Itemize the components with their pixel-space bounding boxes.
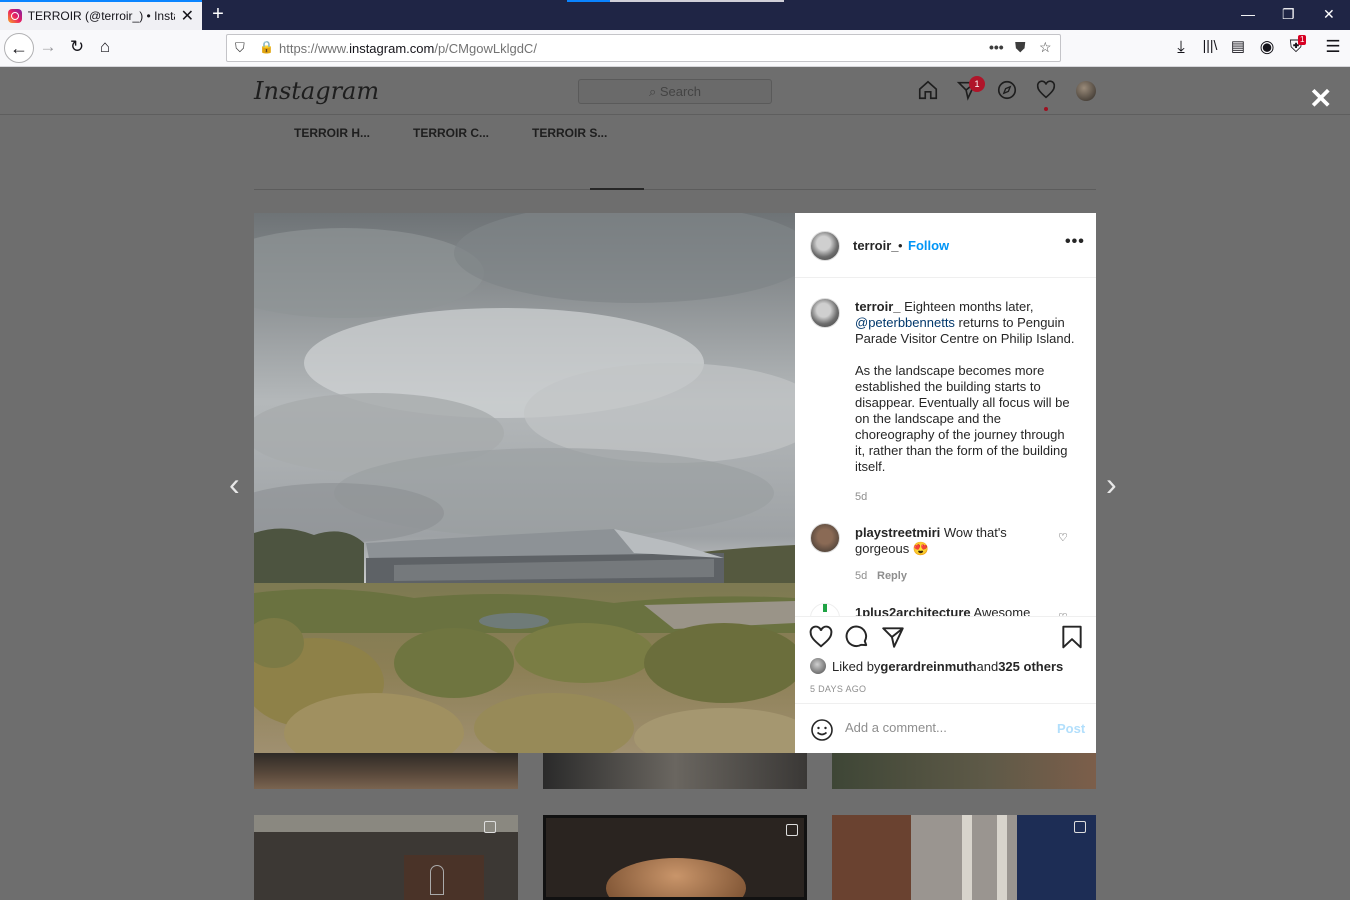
close-modal-icon[interactable]: ✕ bbox=[1309, 82, 1332, 115]
likes-summary: Liked by gerardreinmuth and 325 others bbox=[810, 658, 1063, 674]
instagram-header: Instagram ⌕ Search 1 bbox=[0, 67, 1350, 115]
caption-mention[interactable]: @peterbbennetts bbox=[855, 315, 955, 330]
follow-button[interactable]: Follow bbox=[908, 238, 949, 253]
column-detail bbox=[962, 815, 972, 900]
share-send-icon[interactable] bbox=[880, 624, 906, 650]
post-author-username[interactable]: terroir_ bbox=[853, 238, 899, 253]
post-caption: terroir_ Eighteen months later, @peterbb… bbox=[855, 299, 1075, 474]
highlight-3[interactable]: TERROIR S... bbox=[532, 126, 607, 140]
window-restore-button[interactable]: ❐ bbox=[1282, 6, 1295, 23]
page-actions-icon[interactable]: ••• bbox=[989, 39, 1004, 55]
browser-tab-active[interactable]: TERROIR (@terroir_) • Instagram ✕ bbox=[0, 0, 202, 30]
comments-list[interactable]: terroir_ Eighteen months later, @peterbb… bbox=[795, 278, 1096, 616]
pocket-icon[interactable]: ⛊ bbox=[1015, 39, 1026, 56]
sidebar-icon[interactable]: ▤ bbox=[1228, 37, 1248, 55]
window-close-button[interactable]: ✕ bbox=[1323, 6, 1335, 23]
sculpture-detail bbox=[606, 858, 746, 897]
comment-reply-button[interactable]: Reply bbox=[877, 570, 907, 582]
arched-window-detail bbox=[430, 865, 444, 895]
profile-avatar[interactable] bbox=[1076, 81, 1096, 101]
search-input[interactable]: ⌕ Search bbox=[578, 79, 772, 104]
grid-post-thumbnail[interactable] bbox=[254, 815, 518, 900]
grid-post-thumbnail[interactable] bbox=[254, 753, 518, 789]
comment-username[interactable]: playstreetmiri bbox=[855, 525, 940, 540]
grid-post-thumbnail[interactable] bbox=[543, 815, 807, 900]
arrow-left-icon: ← bbox=[10, 37, 28, 58]
address-bar[interactable]: ⛉ 🔒 https://www.instagram.com/p/CMgowLkl… bbox=[226, 34, 1061, 62]
direct-badge: 1 bbox=[969, 76, 985, 92]
forward-button[interactable]: → bbox=[38, 37, 58, 57]
url-text[interactable]: https://www.instagram.com/p/CMgowLklgdC/ bbox=[279, 41, 537, 56]
account-icon[interactable]: ◉ bbox=[1257, 37, 1277, 57]
carousel-icon bbox=[786, 824, 798, 836]
tab-close-icon[interactable]: ✕ bbox=[181, 6, 194, 26]
browser-tab-bar: TERROIR (@terroir_) • Instagram ✕ + — ❐ … bbox=[0, 0, 1350, 30]
loading-indicator bbox=[567, 0, 784, 2]
grid-post-thumbnail[interactable] bbox=[832, 753, 1096, 789]
posts-tab-indicator bbox=[590, 188, 644, 190]
post-comment-button[interactable]: Post bbox=[1057, 721, 1085, 736]
reload-button[interactable]: ↻ bbox=[67, 37, 87, 57]
tab-title: TERROIR (@terroir_) • Instagram bbox=[27, 9, 175, 23]
activity-heart-icon[interactable] bbox=[1034, 79, 1058, 107]
previous-post-arrow-icon[interactable]: ‹ bbox=[229, 466, 240, 503]
search-icon: ⌕ bbox=[648, 84, 660, 99]
separator-dot: • bbox=[898, 238, 903, 253]
extension-badge: 1 bbox=[1298, 35, 1307, 45]
menu-icon[interactable]: ☰ bbox=[1323, 37, 1343, 57]
activity-dot bbox=[1044, 107, 1048, 111]
comment-username[interactable]: 1plus2architecture bbox=[855, 605, 971, 616]
instagram-logo[interactable]: Instagram bbox=[254, 77, 379, 105]
column-detail bbox=[997, 815, 1007, 900]
comment-text: playstreetmiri Wow that's gorgeous 😍 bbox=[855, 525, 1007, 556]
caption-username[interactable]: terroir_ bbox=[855, 299, 901, 314]
instagram-favicon-icon bbox=[8, 9, 22, 23]
caption-age: 5d bbox=[855, 491, 868, 503]
comment-avatar[interactable] bbox=[810, 523, 840, 553]
explore-icon[interactable] bbox=[995, 79, 1019, 107]
back-button[interactable]: ← bbox=[4, 33, 34, 63]
home-icon[interactable] bbox=[916, 79, 940, 107]
grid-post-thumbnail[interactable] bbox=[832, 815, 1096, 900]
comment-text: 1plus2architecture Awesome bbox=[855, 605, 1035, 616]
window-minimize-button[interactable]: — bbox=[1241, 6, 1255, 22]
liker-username[interactable]: gerardreinmuth bbox=[880, 659, 976, 674]
home-button[interactable]: ⌂ bbox=[95, 37, 115, 57]
grid-post-thumbnail[interactable] bbox=[543, 753, 807, 789]
next-post-arrow-icon[interactable]: › bbox=[1106, 466, 1117, 503]
tracking-shield-icon[interactable]: ⛉ bbox=[235, 40, 245, 56]
likes-count[interactable]: 325 others bbox=[998, 659, 1063, 674]
add-comment-input[interactable] bbox=[845, 720, 1045, 735]
post-photo[interactable] bbox=[254, 213, 795, 753]
lock-icon[interactable]: 🔒 bbox=[259, 40, 274, 54]
comment-box-divider bbox=[795, 703, 1096, 704]
comment-like-heart-icon[interactable]: ♡ bbox=[1058, 531, 1068, 544]
liker-avatar[interactable] bbox=[810, 658, 826, 674]
bookmark-star-icon[interactable]: ☆ bbox=[1039, 39, 1052, 56]
library-icon[interactable]: |||\ bbox=[1200, 37, 1220, 53]
carousel-icon bbox=[1074, 821, 1086, 833]
save-bookmark-icon[interactable] bbox=[1059, 624, 1085, 650]
profile-divider bbox=[254, 189, 1096, 190]
highlight-1[interactable]: TERROIR H... bbox=[294, 126, 370, 140]
actions-divider bbox=[795, 616, 1096, 617]
comment-avatar[interactable] bbox=[810, 603, 840, 616]
emoji-smiley-icon[interactable] bbox=[810, 718, 833, 741]
like-heart-icon[interactable] bbox=[808, 624, 834, 650]
post-author-avatar[interactable] bbox=[810, 231, 840, 261]
new-tab-button[interactable]: + bbox=[208, 3, 228, 26]
brick-wall-detail bbox=[404, 855, 484, 900]
more-options-icon[interactable]: ••• bbox=[1065, 233, 1085, 251]
post-timestamp: 5 DAYS AGO bbox=[810, 684, 867, 694]
carousel-icon bbox=[484, 821, 496, 833]
post-header: terroir_ • Follow ••• bbox=[795, 213, 1096, 278]
downloads-icon[interactable]: ⤓ bbox=[1171, 37, 1191, 57]
highlight-2[interactable]: TERROIR C... bbox=[413, 126, 489, 140]
caption-author-avatar[interactable] bbox=[810, 298, 840, 328]
comment-age: 5d bbox=[855, 570, 868, 582]
post-details-panel: terroir_ • Follow ••• terroir_ Eighteen … bbox=[795, 213, 1096, 753]
browser-toolbar: ← → ↻ ⌂ ⛉ 🔒 https://www.instagram.com/p/… bbox=[0, 30, 1350, 67]
comment-bubble-icon[interactable] bbox=[844, 624, 870, 650]
